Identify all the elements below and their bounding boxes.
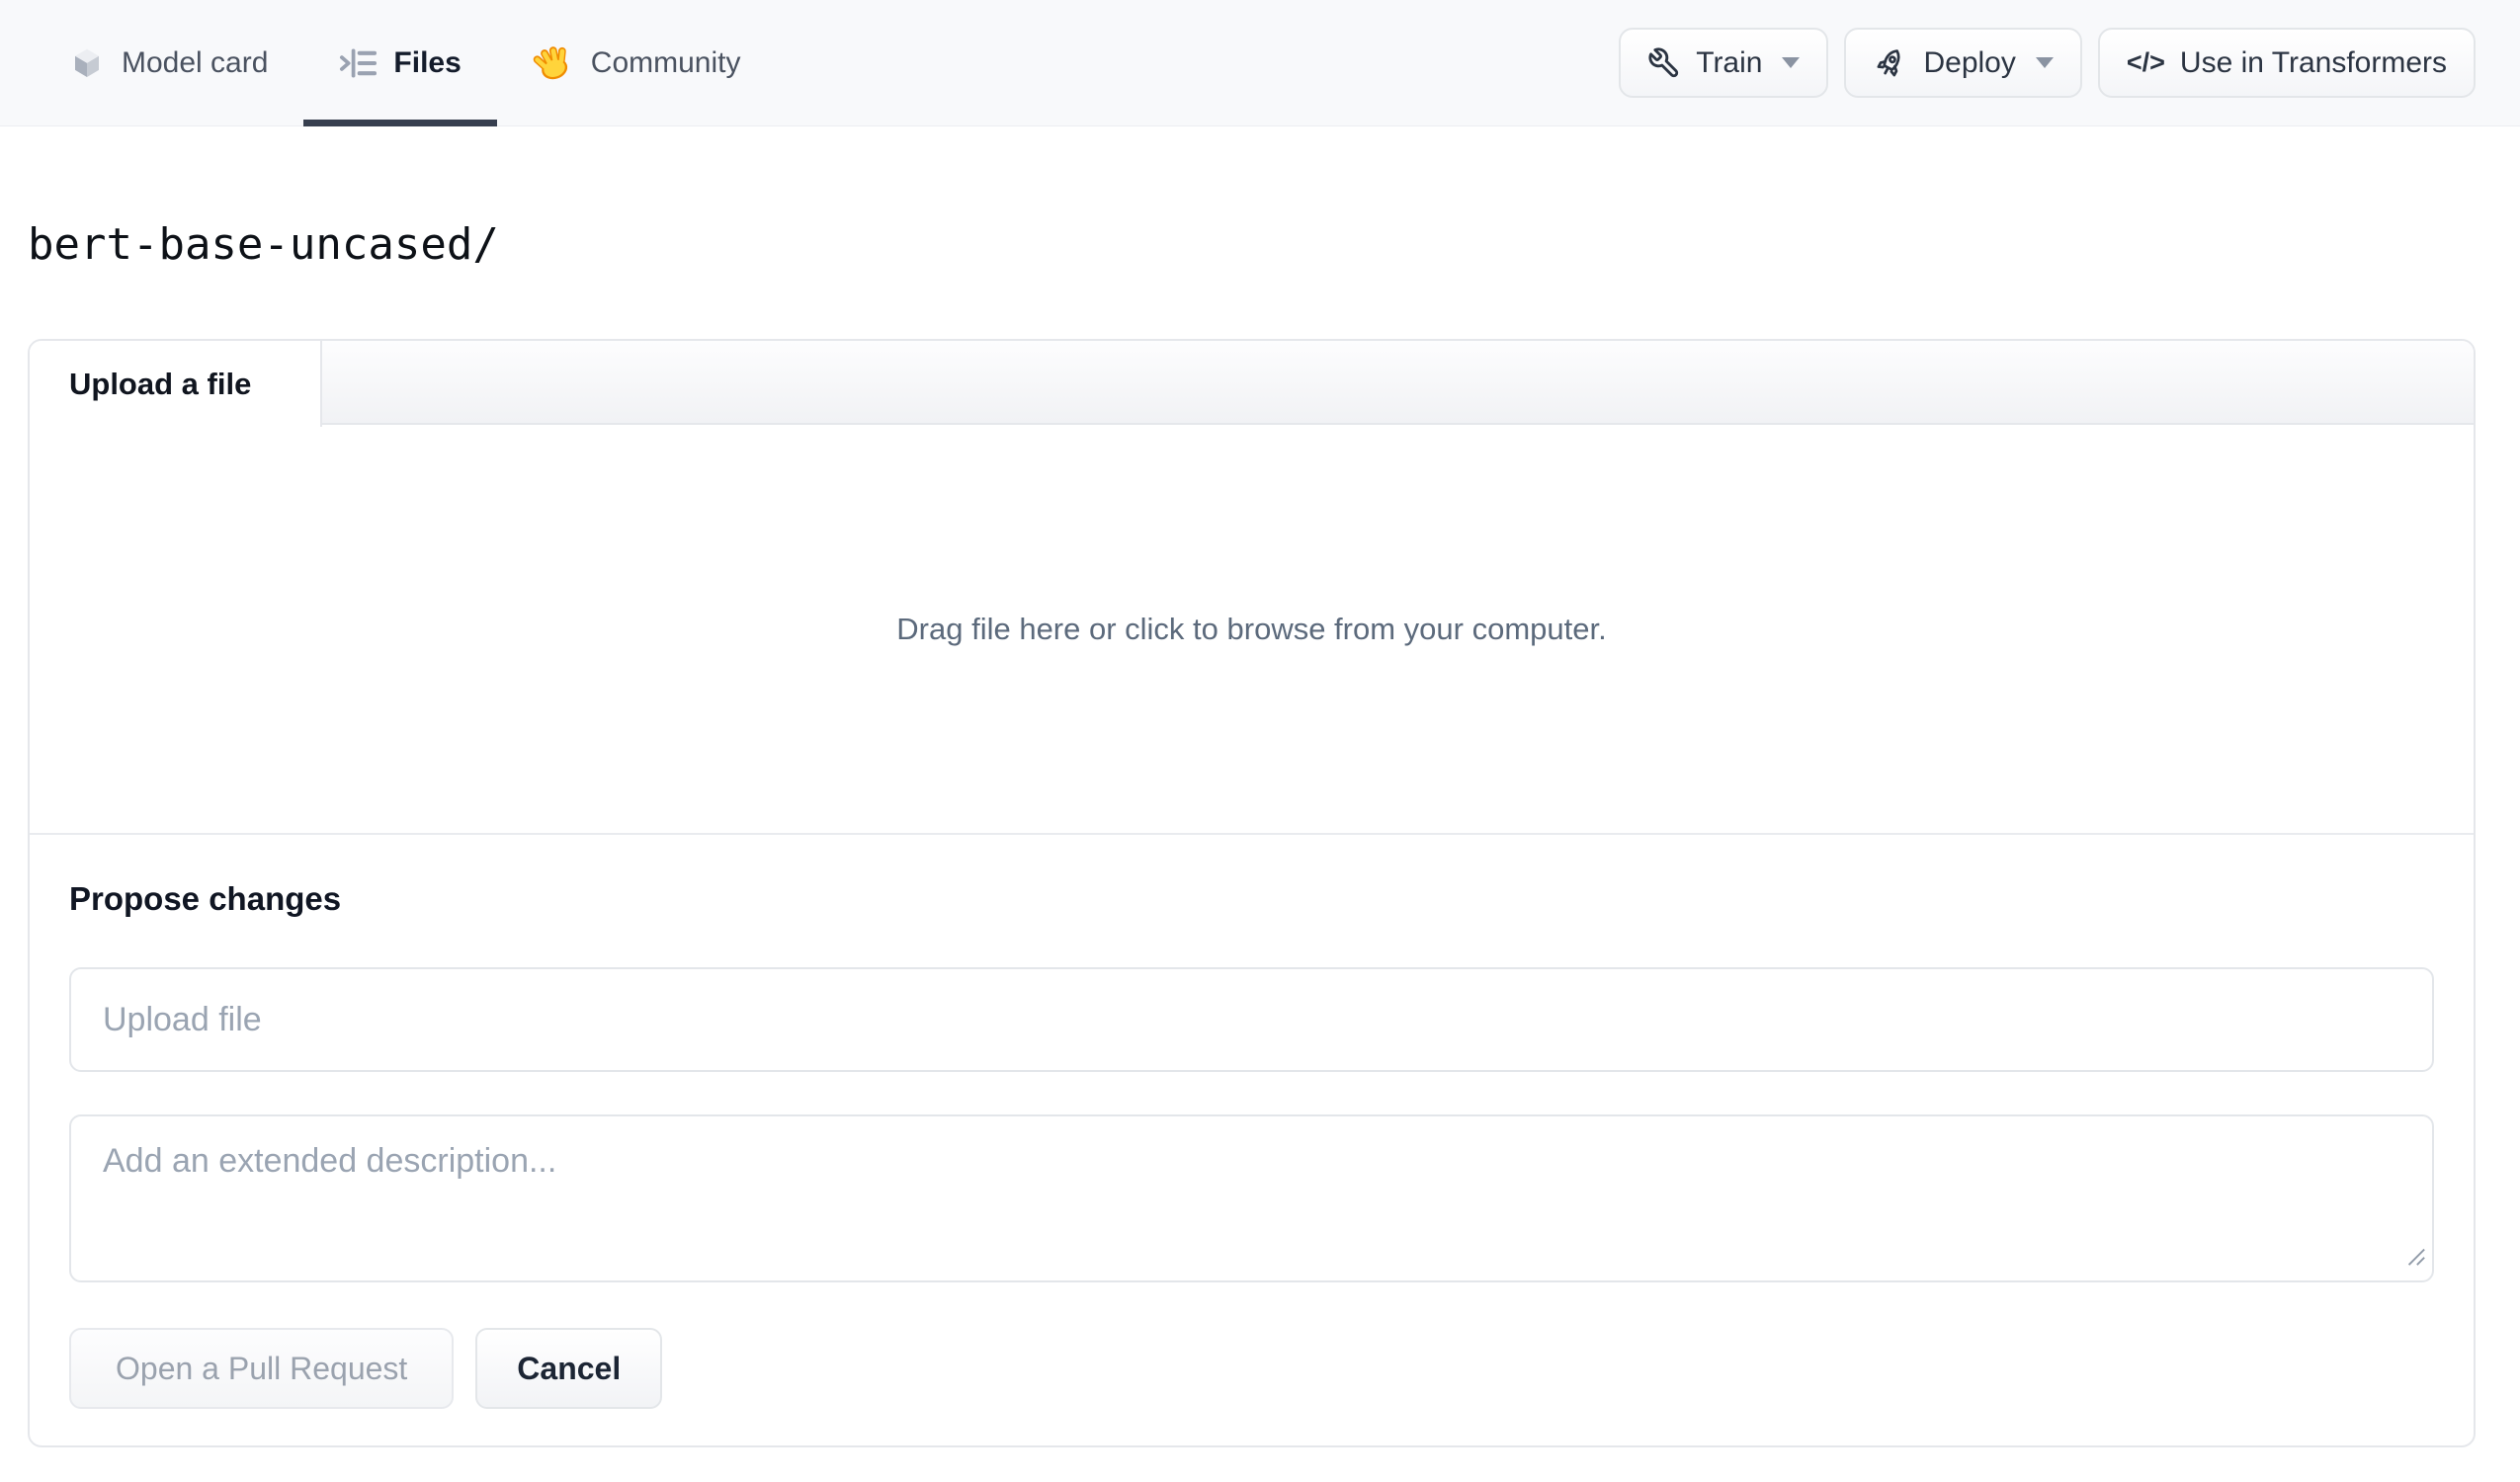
deploy-button[interactable]: Deploy xyxy=(1844,28,2082,98)
tab-files[interactable]: Files xyxy=(303,0,498,126)
cancel-button[interactable]: Cancel xyxy=(475,1328,663,1409)
train-button-label: Train xyxy=(1696,45,1763,79)
caret-down-icon xyxy=(1782,57,1801,68)
propose-buttons-row: Open a Pull Request Cancel xyxy=(69,1328,2434,1409)
code-icon: </> xyxy=(2126,47,2165,77)
file-dropzone[interactable]: Drag file here or click to browse from y… xyxy=(30,425,2474,833)
upload-panel: Upload a file Drag file here or click to… xyxy=(28,339,2476,1447)
files-versions-icon xyxy=(339,46,378,80)
resize-handle-icon[interactable] xyxy=(2404,1245,2426,1272)
caret-down-icon xyxy=(2035,57,2054,68)
use-in-transformers-label: Use in Transformers xyxy=(2179,45,2447,79)
deploy-button-label: Deploy xyxy=(1923,45,2016,79)
extended-description-textarea[interactable] xyxy=(69,1114,2434,1282)
propose-changes-section: Propose changes Open a Pull Request Canc… xyxy=(30,833,2474,1409)
cube-icon xyxy=(69,43,105,83)
upload-tabstrip: Upload a file xyxy=(30,341,2474,427)
tab-model-card-label: Model card xyxy=(122,45,269,79)
tab-upload-a-file[interactable]: Upload a file xyxy=(30,341,322,427)
tab-community-label: Community xyxy=(590,45,741,79)
tab-files-label: Files xyxy=(393,45,462,79)
use-in-transformers-button[interactable]: </> Use in Transformers xyxy=(2097,28,2476,98)
open-pull-request-button[interactable]: Open a Pull Request xyxy=(69,1328,455,1409)
tab-community[interactable]: Community xyxy=(497,0,777,125)
upload-filename-input[interactable] xyxy=(69,967,2434,1072)
repo-tabs: Model card Files Community xyxy=(34,0,777,126)
repo-action-buttons: Train Deploy </> Use in Transformers xyxy=(1619,0,2476,125)
dropzone-hint-text: Drag file here or click to browse from y… xyxy=(896,611,1607,646)
tab-model-card[interactable]: Model card xyxy=(34,0,303,125)
tab-upload-a-file-label: Upload a file xyxy=(69,366,252,401)
description-field-wrap xyxy=(69,1114,2434,1282)
repo-path: bert-base-uncased/ xyxy=(28,219,499,270)
repo-nav: Model card Files Community Train Deploy … xyxy=(0,0,2520,126)
train-button[interactable]: Train xyxy=(1619,28,1829,98)
wrench-icon xyxy=(1647,46,1681,80)
rocket-icon xyxy=(1873,45,1908,81)
propose-changes-heading: Propose changes xyxy=(69,880,342,917)
waving-hand-icon xyxy=(533,42,574,84)
